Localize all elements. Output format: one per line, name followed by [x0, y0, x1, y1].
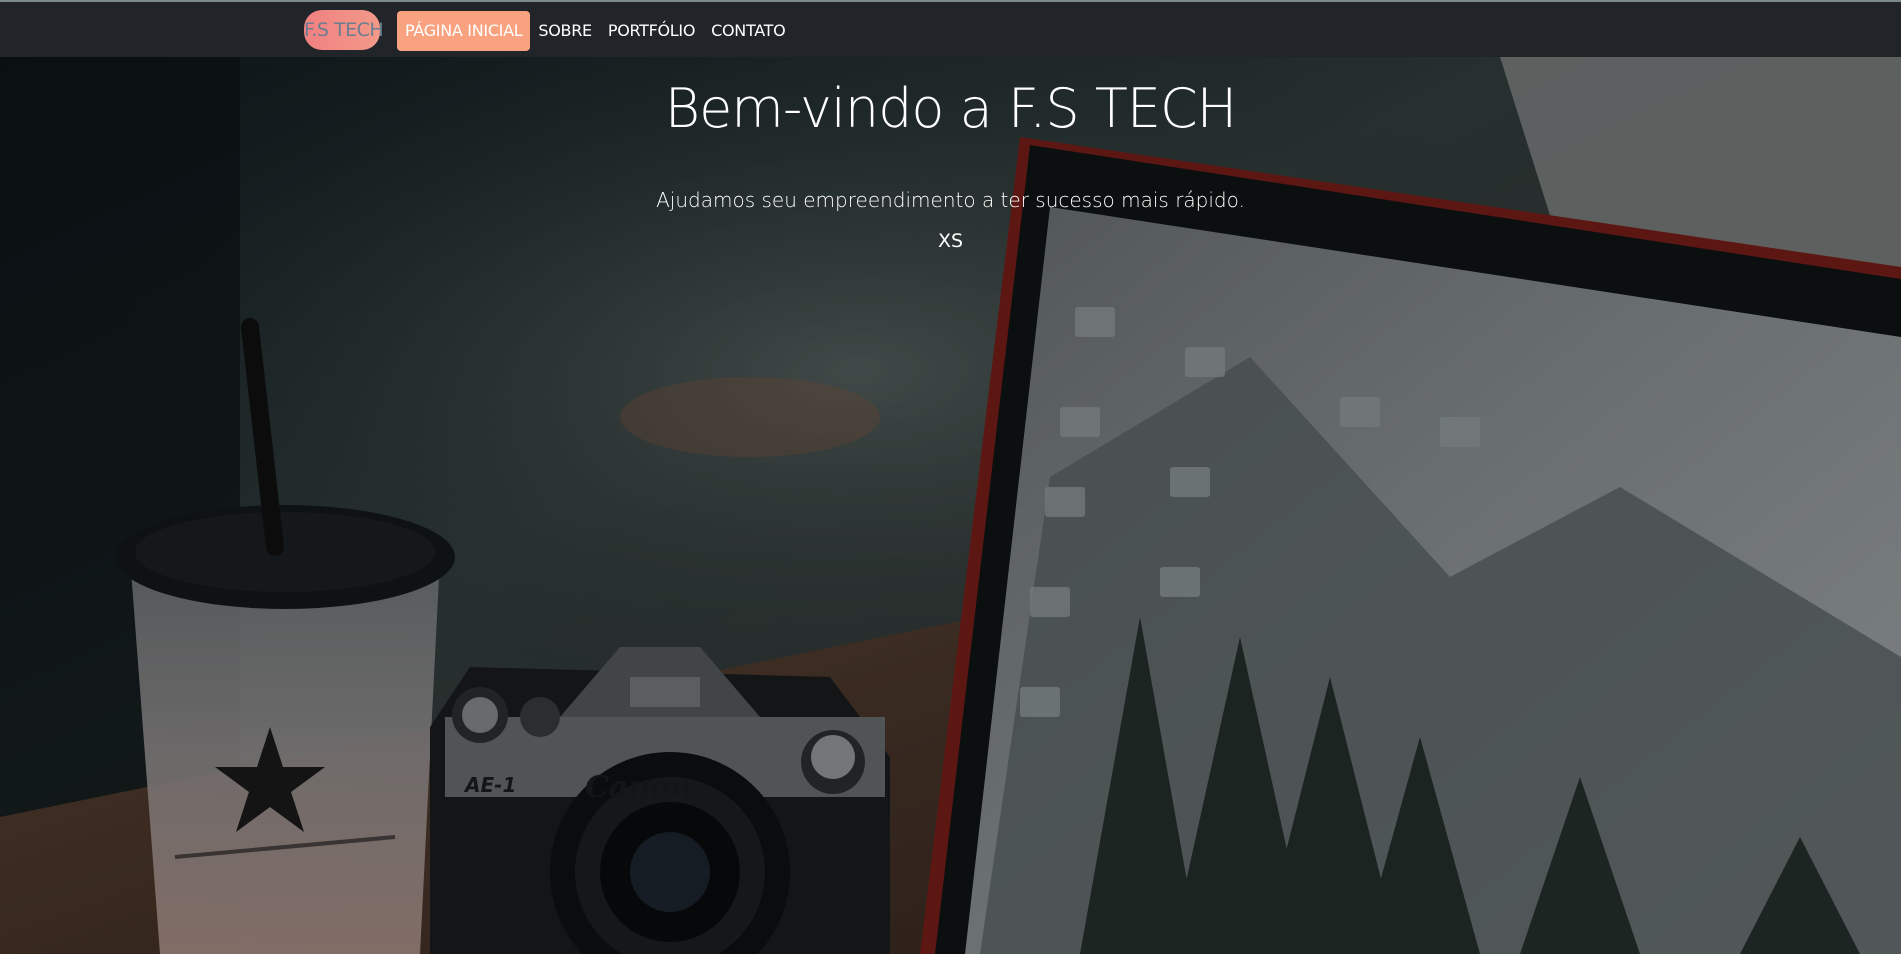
- nav-item-contato[interactable]: CONTATO: [703, 11, 793, 51]
- hero-subtitle: Ajudamos seu empreendimento a ter sucess…: [656, 188, 1245, 212]
- hero-section: Canon AE-1 Bem-vindo a F.S TECH Ajudamos…: [0, 57, 1901, 954]
- hero-extra-text: XS: [937, 230, 964, 252]
- nav-item-pagina-inicial[interactable]: PÁGINA INICIAL: [397, 11, 531, 51]
- page: F.S TECH PÁGINA INICIAL SOBRE PORTFÓLIO …: [0, 0, 1901, 954]
- nav-item-sobre[interactable]: SOBRE: [530, 11, 599, 51]
- nav-item-portfolio[interactable]: PORTFÓLIO: [600, 11, 703, 51]
- hero-title: Bem-vindo a F.S TECH: [664, 77, 1238, 140]
- nav-menu: PÁGINA INICIAL SOBRE PORTFÓLIO CONTATO: [397, 11, 793, 51]
- brand-logo[interactable]: F.S TECH: [304, 10, 384, 50]
- navbar: F.S TECH PÁGINA INICIAL SOBRE PORTFÓLIO …: [0, 0, 1901, 57]
